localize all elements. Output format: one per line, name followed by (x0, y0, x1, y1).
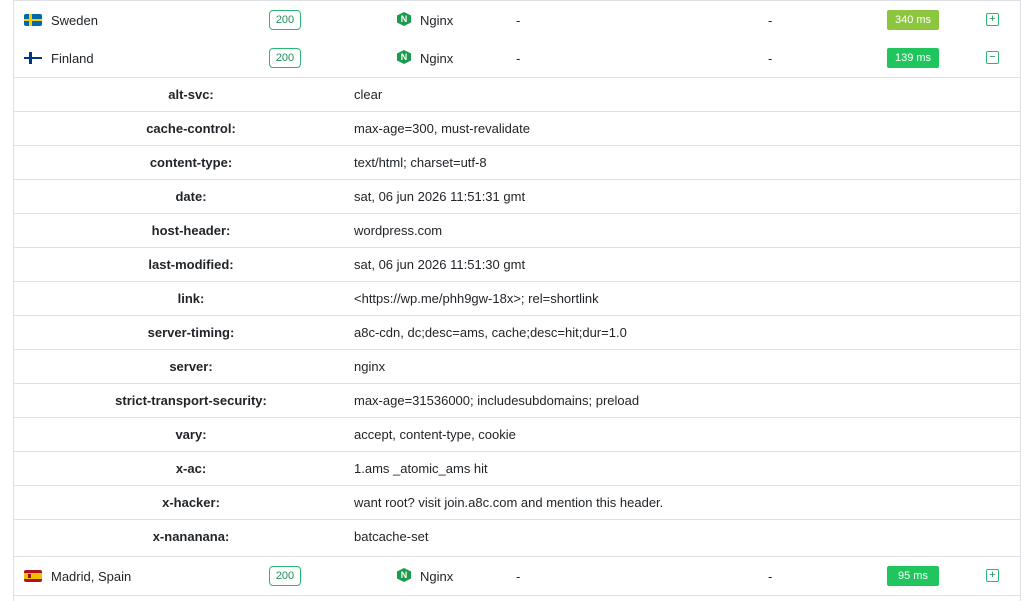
header-value: accept, content-type, cookie (354, 427, 516, 442)
header-name: content-type: (149, 155, 233, 170)
location-name: Sweden (51, 13, 98, 28)
header-name: x-hacker: (162, 495, 220, 510)
server-name: Nginx (420, 51, 454, 66)
finland-flag-icon (24, 52, 42, 64)
header-row: x-ac: 1.ams _atomic_ams hit (14, 452, 1020, 486)
nginx-icon: N (397, 12, 411, 26)
header-row: server: nginx (14, 350, 1020, 384)
nginx-icon: N (397, 50, 411, 64)
expand-icon[interactable]: + (986, 569, 999, 582)
header-name: host-header: (151, 223, 231, 238)
header-row: strict-transport-security: max-age=315360… (14, 384, 1020, 418)
header-value: text/html; charset=utf-8 (354, 155, 487, 170)
location-row-madrid-spain[interactable]: Madrid, Spain 200 N Nginx - - 95 ms + (14, 556, 1020, 596)
location-name: Finland (51, 51, 94, 66)
header-name: alt-svc: (168, 87, 214, 102)
header-row: link: <https://wp.me/phh9gw-18x>; rel=sho… (14, 282, 1020, 316)
response-time-badge: 95 ms (887, 566, 939, 586)
header-row: vary: accept, content-type, cookie (14, 418, 1020, 452)
header-row: x-nananana: batcache-set (14, 520, 1020, 553)
response-time-badge: 139 ms (887, 48, 939, 68)
expand-icon[interactable]: + (986, 13, 999, 26)
header-row: last-modified: sat, 06 jun 2026 11:51:30 … (14, 248, 1020, 282)
server-name: Nginx (420, 569, 454, 584)
header-value: max-age=31536000; includesubdomains; pre… (354, 393, 640, 408)
location-name: Madrid, Spain (51, 569, 132, 584)
header-row: alt-svc: clear (14, 78, 1020, 112)
header-value: sat, 06 jun 2026 11:51:30 gmt (354, 257, 526, 272)
header-name: x-nananana: (152, 529, 230, 544)
header-value: 1.ams _atomic_ams hit (354, 461, 488, 476)
sweden-flag-icon (24, 14, 42, 26)
header-value: max-age=300, must-revalidate (354, 121, 530, 136)
header-name: cache-control: (146, 121, 236, 136)
response-time-badge: 340 ms (887, 10, 939, 30)
cell-empty: - (516, 13, 521, 28)
header-value: batcache-set (354, 529, 429, 544)
status-code-badge: 200 (269, 10, 301, 30)
header-name: server-timing: (147, 325, 235, 340)
cell-empty: - (516, 569, 521, 584)
header-name: date: (175, 189, 207, 204)
header-row: host-header: wordpress.com (14, 214, 1020, 248)
header-row: x-hacker: want root? visit join.a8c.com a… (14, 486, 1020, 520)
spain-flag-icon (24, 570, 42, 582)
location-row-sweden[interactable]: Sweden 200 N Nginx - - 340 ms + (14, 0, 1020, 40)
header-value: nginx (354, 359, 386, 374)
status-code-badge: 200 (269, 48, 301, 68)
results-panel: Sweden 200 N Nginx - - 340 ms + Finland … (13, 0, 1021, 601)
header-value: clear (354, 87, 383, 102)
header-value: a8c-cdn, dc;desc=ams, cache;desc=hit;dur… (354, 325, 627, 340)
header-value: wordpress.com (354, 223, 443, 238)
cell-empty: - (768, 13, 773, 28)
header-row: date: sat, 06 jun 2026 11:51:31 gmt (14, 180, 1020, 214)
header-name: x-ac: (175, 461, 207, 476)
header-value: sat, 06 jun 2026 11:51:31 gmt (354, 189, 526, 204)
header-name: vary: (175, 427, 207, 442)
response-headers-table: alt-svc: clear cache-control: max-age=300,… (14, 78, 1020, 553)
header-name: last-modified: (148, 257, 234, 272)
header-row: content-type: text/html; charset=utf-8 (14, 146, 1020, 180)
header-row: server-timing: a8c-cdn, dc;desc=ams, cach… (14, 316, 1020, 350)
server-name: Nginx (420, 13, 454, 28)
cell-empty: - (516, 51, 521, 66)
cell-empty: - (768, 569, 773, 584)
location-row-finland[interactable]: Finland 200 N Nginx - - 139 ms − (14, 39, 1020, 78)
header-name: strict-transport-security: (115, 393, 267, 408)
status-code-badge: 200 (269, 566, 301, 586)
nginx-icon: N (397, 568, 411, 582)
header-row: cache-control: max-age=300, must-revalida… (14, 112, 1020, 146)
header-value: <https://wp.me/phh9gw-18x>; rel=shortlin… (354, 291, 599, 306)
collapse-icon[interactable]: − (986, 51, 999, 64)
header-name: link: (177, 291, 205, 306)
cell-empty: - (768, 51, 773, 66)
header-name: server: (169, 359, 213, 374)
header-value: want root? visit join.a8c.com and mentio… (354, 495, 664, 510)
